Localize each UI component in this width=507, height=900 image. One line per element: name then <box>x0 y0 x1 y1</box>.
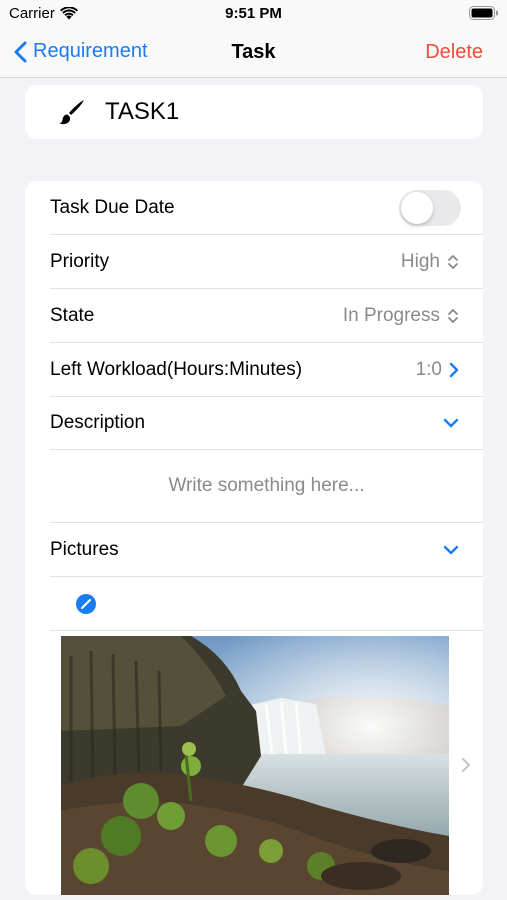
task-header-card: TASK1 <box>25 85 483 139</box>
priority-value: High <box>400 250 440 272</box>
pictures-row[interactable]: Pictures <box>50 523 483 577</box>
workload-value-group[interactable]: 1:0 <box>416 359 483 381</box>
chevron-right-icon <box>449 362 459 377</box>
description-row[interactable]: Description <box>50 396 483 450</box>
pictures-expand-button[interactable] <box>443 545 483 555</box>
chevron-up-down-icon <box>448 308 458 323</box>
task-name[interactable]: TASK1 <box>105 98 179 126</box>
toggle-knob <box>401 191 433 224</box>
state-picker[interactable]: In Progress <box>343 305 483 327</box>
chevron-down-icon <box>443 418 459 427</box>
delete-button[interactable]: Delete <box>425 41 483 64</box>
priority-label: Priority <box>50 250 110 272</box>
pictures-label: Pictures <box>50 538 119 560</box>
workload-row[interactable]: Left Workload(Hours:Minutes) 1:0 <box>50 343 483 397</box>
state-row[interactable]: State In Progress <box>50 289 483 343</box>
due-date-toggle[interactable] <box>399 189 461 226</box>
edit-pictures-button[interactable] <box>76 593 96 614</box>
state-label: State <box>50 304 95 326</box>
due-date-row: Task Due Date <box>50 181 483 235</box>
workload-value: 1:0 <box>415 358 442 380</box>
priority-picker[interactable]: High <box>401 251 483 273</box>
priority-row[interactable]: Priority High <box>50 235 483 289</box>
pencil-icon <box>81 598 91 609</box>
status-bar: Carrier 9:51 PM <box>0 0 507 28</box>
chevron-right-icon[interactable] <box>461 757 471 773</box>
chevron-up-down-icon <box>448 254 458 269</box>
paintbrush-icon <box>57 97 87 127</box>
description-label: Description <box>50 411 146 433</box>
task-details-card: Task Due Date Priority High State In Pro… <box>25 181 483 895</box>
state-value: In Progress <box>342 304 440 326</box>
description-input[interactable]: Write something here... <box>50 450 483 523</box>
workload-label: Left Workload(Hours:Minutes) <box>50 358 303 380</box>
pictures-edit-row <box>50 577 483 631</box>
due-date-label: Task Due Date <box>50 196 175 218</box>
description-expand-button[interactable] <box>443 418 483 428</box>
navigation-bar: Requirement Task Delete <box>0 28 507 78</box>
battery-icon <box>469 6 498 20</box>
status-time: 9:51 PM <box>225 5 282 22</box>
waterfall-photo[interactable] <box>61 636 449 895</box>
chevron-down-icon <box>443 545 459 554</box>
